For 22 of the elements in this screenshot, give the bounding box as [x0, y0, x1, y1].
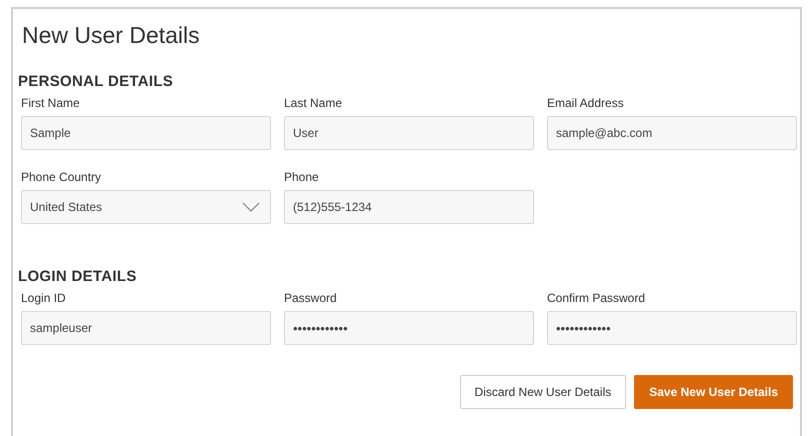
page-title: New User Details: [22, 21, 201, 50]
password-field[interactable]: ••••••••••••: [547, 311, 797, 345]
field-label: Phone: [284, 170, 320, 184]
input-field[interactable]: sampleuser: [21, 311, 271, 345]
input-field[interactable]: (512)555-1234: [284, 190, 534, 224]
input-field[interactable]: Sample: [21, 116, 271, 150]
section-heading: LOGIN DETAILS: [18, 268, 138, 285]
field-label: Last Name: [284, 96, 344, 110]
field-label: Confirm Password: [547, 291, 646, 305]
field-label: Login ID: [21, 291, 67, 305]
input-field[interactable]: sample@abc.com: [547, 116, 797, 150]
field-label: First Name: [21, 96, 81, 110]
password-field[interactable]: ••••••••••••: [284, 311, 534, 345]
input-field[interactable]: User: [284, 116, 534, 150]
select-field[interactable]: United States: [21, 190, 271, 224]
save-button[interactable]: Save New User Details: [634, 375, 793, 409]
chevron-down-icon: [242, 202, 260, 212]
field-label: Password: [284, 291, 338, 305]
discard-button[interactable]: Discard New User Details: [460, 375, 626, 409]
section-heading: PERSONAL DETAILS: [18, 73, 174, 90]
field-label: Email Address: [547, 96, 625, 110]
field-label: Phone Country: [21, 170, 102, 184]
